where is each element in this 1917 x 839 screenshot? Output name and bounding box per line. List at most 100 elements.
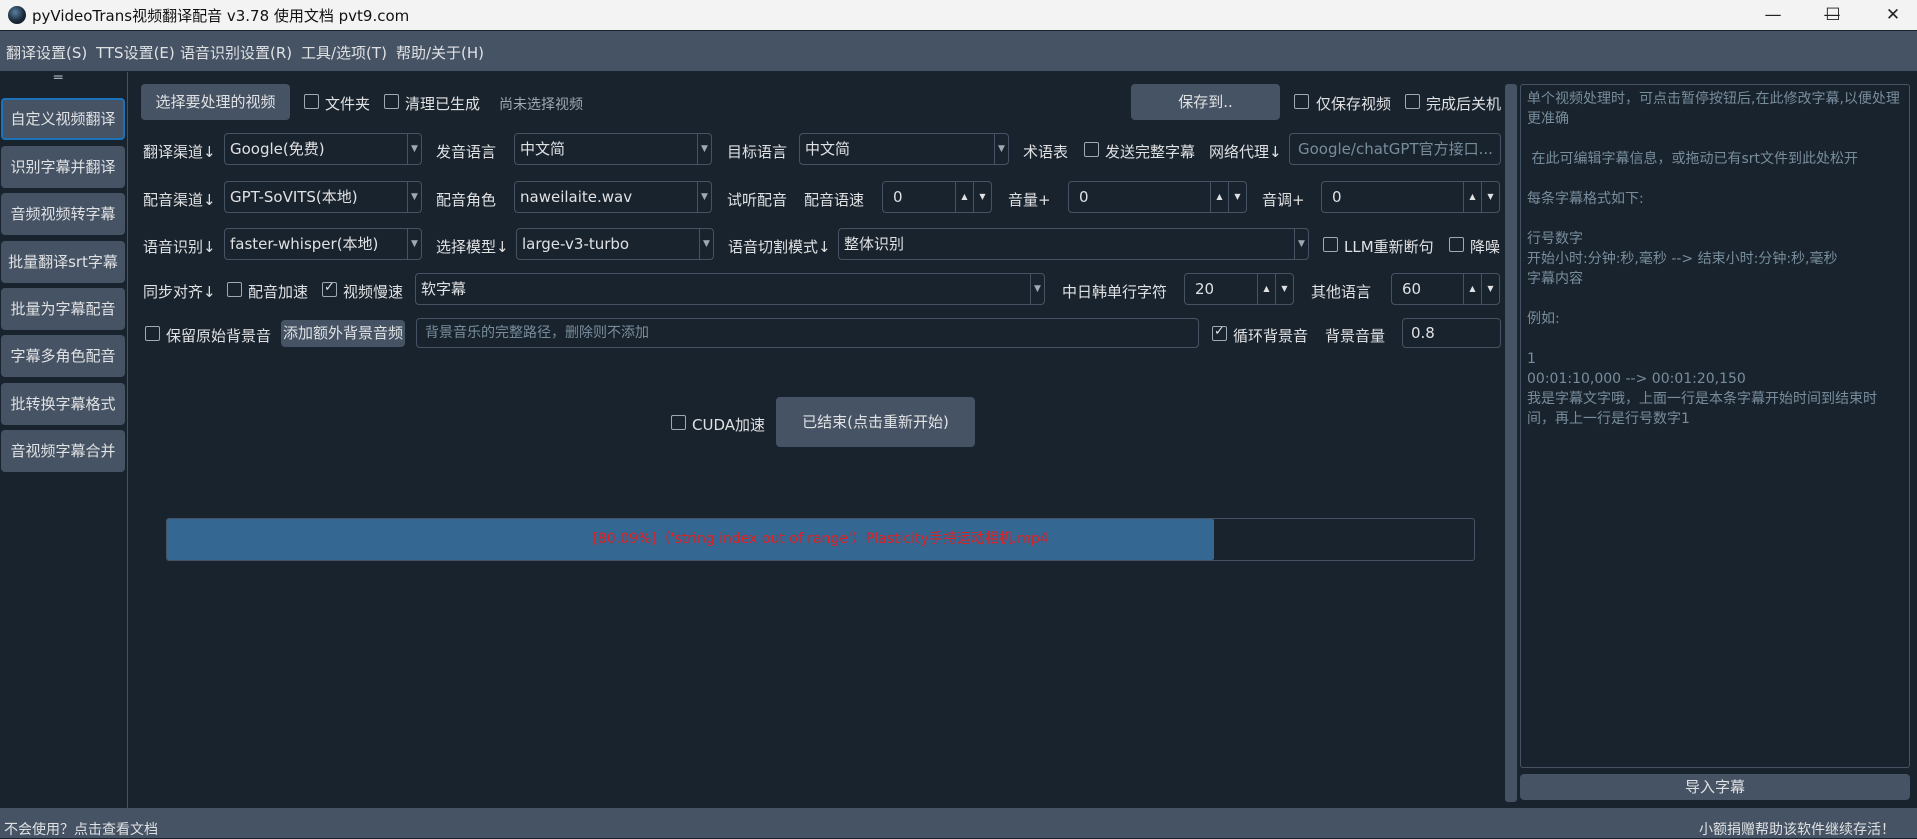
clear-generated-checkbox[interactable] [384, 94, 399, 109]
spin-down-icon[interactable]: ▼ [1275, 274, 1293, 304]
sidebar-item-convert-format[interactable]: 批转换字幕格式 [1, 383, 125, 425]
dub-channel-select[interactable]: GPT-SoVITS(本地) ▼ [224, 181, 422, 213]
menu-translate-settings[interactable]: 翻译设置(S) [6, 42, 87, 63]
asr-label[interactable]: 语音识别↓ [143, 236, 216, 257]
cuda-label: CUDA加速 [692, 416, 766, 434]
translate-channel-select[interactable]: Google(免费) ▼ [224, 133, 422, 165]
select-video-button[interactable]: 选择要处理的视频 [141, 84, 290, 120]
chevron-down-icon: ▼ [407, 229, 421, 259]
listen-dub-label[interactable]: 试听配音 [727, 189, 787, 210]
subtitle-type-select[interactable]: 软字幕 ▼ [415, 273, 1045, 305]
model-select[interactable]: large-v3-turbo ▼ [516, 228, 714, 260]
save-to-button[interactable]: 保存到.. [1131, 84, 1280, 120]
cjk-chars-spinbox[interactable]: 20 ▲ ▼ [1184, 273, 1294, 305]
spin-down-icon[interactable]: ▼ [1481, 274, 1499, 304]
spin-down-icon[interactable]: ▼ [1481, 182, 1499, 212]
menu-tts-settings[interactable]: TTS设置(E) [96, 42, 175, 63]
split-mode-label[interactable]: 语音切割模式↓ [728, 236, 831, 257]
menu-help[interactable]: 帮助/关于(H) [396, 42, 484, 63]
sidebar-item-custom-video-translate[interactable]: 自定义视频翻译 [1, 98, 125, 140]
voice-role-select[interactable]: naweilaite.wav ▼ [514, 181, 712, 213]
subtitle-editor[interactable]: 单个视频处理时，可点击暂停按钮后,在此修改字幕,以便处理更准确 在此可编辑字幕信… [1520, 84, 1910, 768]
add-bg-audio-button[interactable]: 添加额外背景音频 [281, 320, 405, 347]
sidebar-item-batch-translate-srt[interactable]: 批量翻译srt字幕 [1, 241, 125, 283]
dub-speedup-label: 配音加速 [248, 283, 309, 301]
translate-channel-label[interactable]: 翻译渠道↓ [143, 141, 216, 162]
import-subtitle-button[interactable]: 导入字幕 [1520, 774, 1910, 800]
dub-speed-label: 配音语速 [804, 191, 865, 209]
spin-up-icon[interactable]: ▲ [1257, 274, 1275, 304]
sidebar-item-av-to-subtitle[interactable]: 音频视频转字幕 [1, 193, 125, 235]
llm-resegment-label: LLM重新断句 [1344, 238, 1434, 256]
proxy-input[interactable]: Google/chatGPT官方接口... [1289, 133, 1501, 165]
split-mode-select[interactable]: 整体识别 ▼ [838, 228, 1309, 260]
splitter-handle[interactable] [1505, 84, 1517, 802]
loop-bg-checkbox[interactable] [1212, 324, 1227, 341]
start-button[interactable]: 已结束(点击重新开始) [776, 397, 975, 447]
editor-line: 字幕内容 [1527, 271, 1583, 287]
asr-select[interactable]: faster-whisper(本地) ▼ [224, 228, 422, 260]
model-label[interactable]: 选择模型↓ [436, 236, 509, 257]
shutdown-after-checkbox[interactable] [1405, 94, 1420, 109]
pitch-spinbox[interactable]: 0 ▲ ▼ [1321, 181, 1500, 213]
minimize-button[interactable]: — [1750, 0, 1796, 30]
volume-spinbox[interactable]: 0 ▲ ▼ [1068, 181, 1247, 213]
send-full-subtitle-label: 发送完整字幕 [1105, 143, 1196, 161]
sidebar-item-multi-role-dub[interactable]: 字幕多角色配音 [1, 335, 125, 377]
folder-checkbox[interactable] [304, 94, 319, 109]
dub-speed-spinbox[interactable]: 0 ▲ ▼ [882, 181, 992, 213]
donate-link[interactable]: 小额捐赠帮助该软件继续存活！ [1699, 819, 1895, 839]
target-lang-value: 中文简 [805, 140, 851, 158]
chevron-down-icon: ▼ [1294, 229, 1308, 259]
target-lang-select[interactable]: 中文简 ▼ [799, 133, 1009, 165]
spin-up-icon[interactable]: ▲ [1210, 182, 1228, 212]
dub-channel-label[interactable]: 配音渠道↓ [143, 189, 216, 210]
chevron-down-icon: ▼ [699, 229, 713, 259]
cuda-checkbox[interactable] [671, 415, 686, 430]
editor-line: 00:01:10,000 --> 00:01:20,150 [1527, 371, 1746, 387]
source-lang-value: 中文简 [520, 140, 566, 158]
keep-bg-checkbox[interactable] [145, 326, 160, 341]
split-mode-value: 整体识别 [844, 235, 905, 253]
sync-align-label[interactable]: 同步对齐↓ [143, 281, 216, 302]
editor-line: 我是字幕文字哦，上面一行是本条字幕开始时间到结束时间，再上一行是行号数字1 [1527, 391, 1877, 427]
video-slow-checkbox[interactable] [322, 280, 337, 297]
menu-asr-settings[interactable]: 语音识别设置(R) [180, 42, 292, 63]
spin-up-icon[interactable]: ▲ [1463, 182, 1481, 212]
close-button[interactable]: ✕ [1870, 0, 1916, 30]
spin-up-icon[interactable]: ▲ [955, 182, 973, 212]
spin-down-icon[interactable]: ▼ [1228, 182, 1246, 212]
other-lang-spinbox[interactable]: 60 ▲ ▼ [1391, 273, 1500, 305]
sidebar-item-merge-av-subtitle[interactable]: 音视频字幕合并 [1, 430, 125, 472]
cjk-chars-label: 中日韩单行字符 [1062, 283, 1168, 301]
only-save-video-checkbox[interactable] [1294, 94, 1309, 109]
clear-generated-label: 清理已生成 [405, 95, 481, 113]
send-full-subtitle-checkbox[interactable] [1084, 142, 1099, 157]
editor-line: 每条字幕格式如下: [1527, 191, 1644, 207]
llm-resegment-checkbox[interactable] [1323, 237, 1338, 252]
progress-bar[interactable]: [80.09%]（'string index out of range'）Pla… [166, 518, 1475, 561]
bg-volume-input[interactable]: 0.8 [1402, 318, 1501, 348]
editor-line: 1 [1527, 351, 1536, 367]
proxy-label[interactable]: 网络代理↓ [1209, 141, 1282, 162]
menu-tools[interactable]: 工具/选项(T) [301, 42, 387, 63]
spin-up-icon[interactable]: ▲ [1463, 274, 1481, 304]
shutdown-after-label: 完成后关机 [1426, 95, 1502, 113]
bg-path-input[interactable]: 背景音乐的完整路径，删除则不添加 [416, 318, 1199, 348]
source-lang-select[interactable]: 中文简 ▼ [514, 133, 712, 165]
spin-down-icon[interactable]: ▼ [973, 182, 991, 212]
denoise-checkbox[interactable] [1449, 237, 1464, 252]
dub-speedup-checkbox[interactable] [227, 282, 242, 297]
dub-channel-value: GPT-SoVITS(本地) [230, 188, 358, 206]
sidebar-handle-icon[interactable]: ═ [54, 70, 62, 86]
window-title: pyVideoTrans视频翻译配音 v3.78 使用文档 pvt9.com [32, 7, 410, 25]
help-docs-link[interactable]: 不会使用？点击查看文档 [4, 819, 158, 839]
bg-volume-label: 背景音量 [1325, 327, 1386, 345]
maximize-button[interactable]: ☐ [1810, 0, 1856, 30]
pitch-label: 音调+ [1262, 191, 1305, 209]
sidebar-item-recognize-translate[interactable]: 识别字幕并翻译 [1, 146, 125, 188]
glossary-label[interactable]: 术语表 [1023, 141, 1068, 162]
sidebar-item-batch-dub[interactable]: 批量为字幕配音 [1, 288, 125, 330]
